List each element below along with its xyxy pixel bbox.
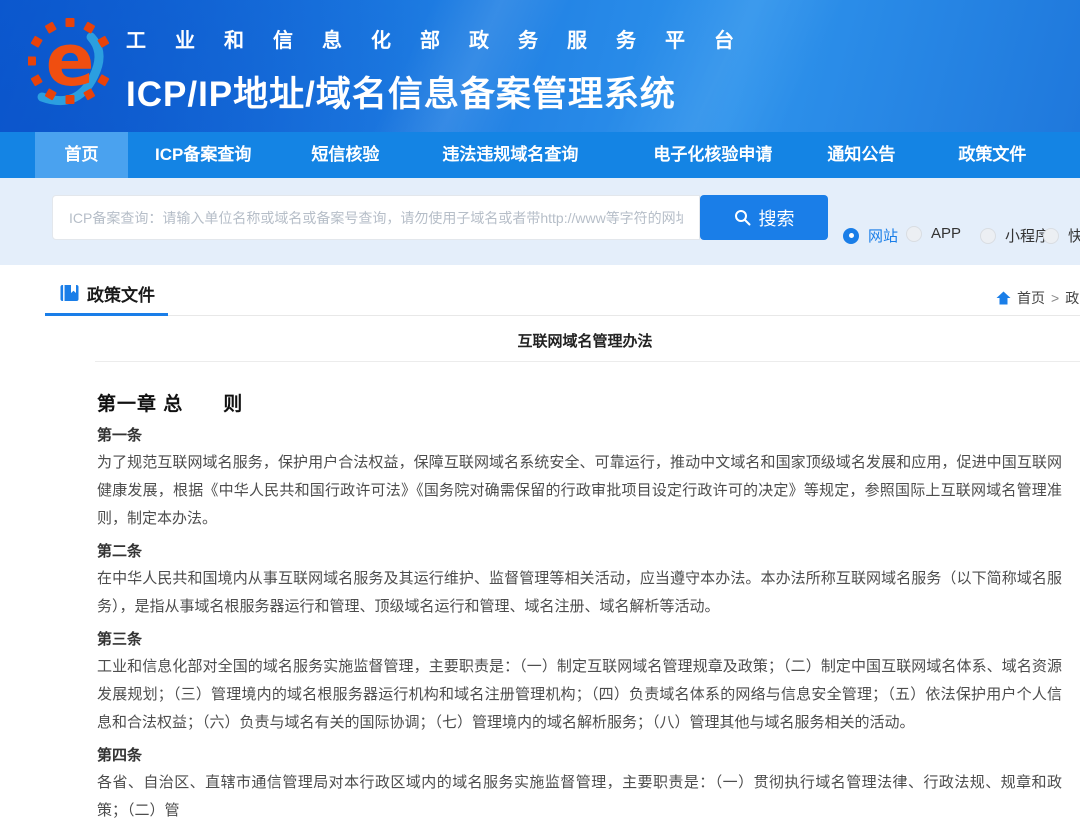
chapter-heading: 第一章 总 则	[97, 389, 243, 416]
breadcrumb: 首页 > 政	[996, 288, 1079, 308]
article-heading: 第二条	[97, 541, 1062, 563]
nav-item-label: 电子化核验申请	[653, 145, 772, 164]
article-text: 为了规范互联网域名服务，保护用户合法权益，保障互联网域名系统安全、可靠运行，推动…	[97, 449, 1062, 533]
section-title-tab[interactable]: 政策文件	[87, 281, 155, 306]
breadcrumb-separator: >	[1051, 290, 1059, 306]
logo-e-glyph: e	[46, 18, 95, 102]
main-nav: 首页 ICP备案查询 短信核验 违法违规域名查询 电子化核验申请 通知公告 政策…	[0, 132, 1080, 178]
article-text: 工业和信息化部对全国的域名服务实施监督管理，主要职责是：（一）制定互联网域名管理…	[97, 653, 1062, 737]
home-icon	[996, 291, 1011, 305]
radio-circle-icon	[843, 228, 859, 244]
article: 第三条 工业和信息化部对全国的域名服务实施监督管理，主要职责是：（一）制定互联网…	[97, 629, 1062, 737]
nav-item-electronic-verification[interactable]: 电子化核验申请	[653, 132, 772, 178]
radio-circle-icon	[1043, 228, 1059, 244]
nav-item-label: 首页	[65, 145, 99, 164]
nav-item-label: 短信核验	[311, 145, 379, 164]
radio-website[interactable]: 网站	[843, 225, 898, 246]
nav-item-label: ICP备案查询	[155, 145, 251, 164]
search-bar: 搜索 网站 APP 小程序 快	[0, 178, 1080, 265]
search-input[interactable]	[52, 195, 700, 240]
article-heading: 第一条	[97, 425, 1062, 447]
article: 第二条 在中华人民共和国境内从事互联网域名服务及其运行维护、监督管理等相关活动，…	[97, 541, 1062, 621]
nav-item-policy-documents[interactable]: 政策文件	[958, 132, 1026, 178]
article-text: 在中华人民共和国境内从事互联网域名服务及其运行维护、监督管理等相关活动，应当遵守…	[97, 565, 1062, 621]
article: 第一条 为了规范互联网域名服务，保护用户合法权益，保障互联网域名系统安全、可靠运…	[97, 425, 1062, 533]
nav-item-home[interactable]: 首页	[35, 132, 128, 178]
nav-item-label: 政策文件	[958, 145, 1026, 164]
nav-item-icp-query[interactable]: ICP备案查询	[155, 132, 251, 178]
search-icon	[734, 209, 751, 226]
radio-label: 快	[1068, 225, 1080, 246]
title-divider	[95, 361, 1080, 362]
search-button-label: 搜索	[759, 205, 795, 231]
search-button[interactable]: 搜索	[700, 195, 828, 240]
app-header: e 工业和信息化部政务服务平台 ICP/IP地址/域名信息备案管理系统	[0, 0, 1080, 132]
radio-label: 网站	[868, 225, 898, 246]
articles-body: 第一条 为了规范互联网域名服务，保护用户合法权益，保障互联网域名系统安全、可靠运…	[97, 425, 1062, 833]
radio-circle-icon	[980, 228, 996, 244]
site-logo: e	[28, 8, 118, 120]
breadcrumb-current: 政	[1065, 288, 1079, 308]
radio-app[interactable]: APP	[906, 225, 961, 242]
policy-section: 政策文件 首页 > 政 互联网域名管理办法 第一章 总 则 第一条 为了规范互联…	[0, 265, 1080, 753]
breadcrumb-home[interactable]: 首页	[1017, 288, 1045, 308]
article-text: 各省、自治区、直辖市通信管理局对本行政区域内的域名服务实施监督管理，主要职责是：…	[97, 769, 1062, 825]
article-heading: 第三条	[97, 629, 1062, 651]
nav-item-sms-verify[interactable]: 短信核验	[311, 132, 379, 178]
system-title: ICP/IP地址/域名信息备案管理系统	[126, 66, 763, 117]
radio-circle-icon	[906, 226, 922, 242]
nav-item-notices[interactable]: 通知公告	[827, 132, 895, 178]
article: 第四条 各省、自治区、直辖市通信管理局对本行政区域内的域名服务实施监督管理，主要…	[97, 745, 1062, 825]
radio-mini-program[interactable]: 小程序	[980, 225, 1050, 246]
policy-document-icon	[60, 284, 79, 302]
nav-item-label: 通知公告	[827, 145, 895, 164]
radio-label: APP	[931, 225, 961, 242]
nav-item-label: 违法违规域名查询	[442, 145, 578, 164]
platform-title: 工业和信息化部政务服务平台	[126, 24, 763, 53]
article-heading: 第四条	[97, 745, 1062, 767]
section-divider	[45, 315, 1080, 316]
radio-quick-app[interactable]: 快	[1043, 225, 1080, 246]
nav-item-illegal-domain-query[interactable]: 违法违规域名查询	[442, 132, 578, 178]
section-active-underline	[45, 313, 168, 316]
document-title: 互联网域名管理办法	[90, 330, 1080, 351]
